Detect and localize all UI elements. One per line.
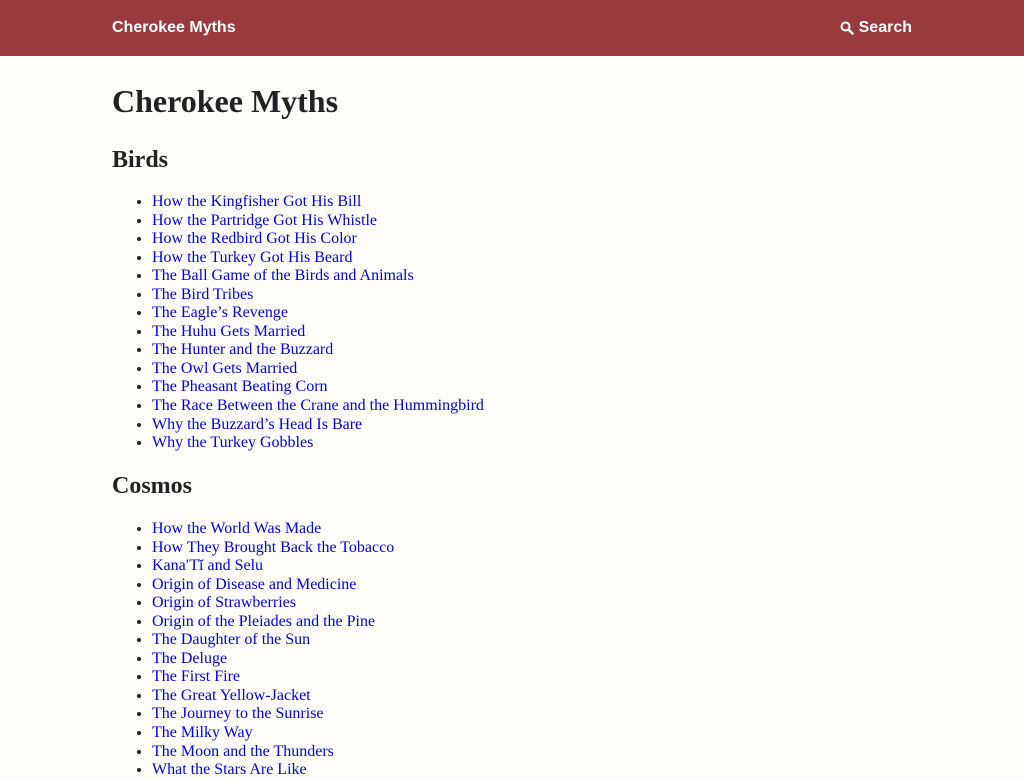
myth-list-item: The Race Between the Crane and the Hummi… (152, 397, 484, 416)
myth-link[interactable]: The Great Yellow-Jacket (152, 687, 311, 704)
myth-list-item: The Daughter of the Sun (152, 631, 394, 650)
myth-link[interactable]: Kana′Tĭ and Selu (152, 557, 263, 574)
myth-link[interactable]: Origin of Disease and Medicine (152, 576, 356, 593)
myth-list-item: How They Brought Back the Tobacco (152, 539, 394, 558)
myth-link[interactable]: The Daughter of the Sun (152, 631, 310, 648)
myth-list-item: The Moon and the Thunders (152, 743, 394, 762)
myth-list-item: The Pheasant Beating Corn (152, 378, 484, 397)
section-title-cosmos: Cosmos (112, 473, 193, 499)
myth-list-item: Why the Buzzard’s Head Is Bare (152, 416, 484, 435)
myth-link[interactable]: How the Partridge Got His Whistle (152, 212, 377, 229)
myth-link[interactable]: The Ball Game of the Birds and Animals (152, 267, 414, 284)
myth-link[interactable]: How the World Was Made (152, 520, 321, 537)
myth-list-item: The Eagle’s Revenge (152, 304, 484, 323)
search-button[interactable]: Search (840, 0, 912, 56)
myth-link[interactable]: Origin of Strawberries (152, 594, 296, 611)
myth-link[interactable]: How the Turkey Got His Beard (152, 249, 352, 266)
myth-list-item: How the World Was Made (152, 520, 394, 539)
page-title: Cherokee Myths (112, 83, 339, 119)
myth-link[interactable]: The Hunter and the Buzzard (152, 341, 333, 358)
search-icon (840, 21, 854, 35)
cosmos-myth-list: How the World Was Made How They Brought B… (112, 520, 394, 780)
myth-list-item: The Huhu Gets Married (152, 323, 484, 342)
myth-link[interactable]: How the Redbird Got His Color (152, 230, 357, 247)
myth-list-item: Origin of Disease and Medicine (152, 576, 394, 595)
myth-link[interactable]: The Huhu Gets Married (152, 323, 305, 340)
myth-list-item: The Owl Gets Married (152, 360, 484, 379)
myth-link[interactable]: The Race Between the Crane and the Hummi… (152, 397, 484, 414)
myth-list-item: Kana′Tĭ and Selu (152, 557, 394, 576)
myth-list-item: The Journey to the Sunrise (152, 705, 394, 724)
search-label: Search (858, 19, 912, 36)
myth-list-item: The Bird Tribes (152, 286, 484, 305)
myth-link[interactable]: The First Fire (152, 668, 240, 685)
myth-link[interactable]: How They Brought Back the Tobacco (152, 539, 394, 556)
birds-myth-list: How the Kingfisher Got His Bill How the P… (112, 193, 484, 453)
myth-list-item: The Deluge (152, 650, 394, 669)
myth-list-item: Origin of Strawberries (152, 594, 394, 613)
myth-list-item: How the Partridge Got His Whistle (152, 212, 484, 231)
myth-link[interactable]: The Moon and the Thunders (152, 743, 334, 760)
myth-link[interactable]: The Eagle’s Revenge (152, 304, 288, 321)
myth-link[interactable]: The Milky Way (152, 724, 253, 741)
myth-link[interactable]: The Journey to the Sunrise (152, 705, 324, 722)
myth-list-item: The Milky Way (152, 724, 394, 743)
myth-list-item: Why the Turkey Gobbles (152, 434, 484, 453)
myth-link[interactable]: Origin of the Pleiades and the Pine (152, 613, 375, 630)
myth-list-item: How the Redbird Got His Color (152, 230, 484, 249)
myth-list-item: What the Stars Are Like (152, 761, 394, 780)
myth-list-item: The Great Yellow-Jacket (152, 687, 394, 706)
myth-list-item: The Ball Game of the Birds and Animals (152, 267, 484, 286)
myth-link[interactable]: What the Stars Are Like (152, 761, 307, 778)
myth-link[interactable]: The Owl Gets Married (152, 360, 297, 377)
top-navbar: Cherokee Myths Search (0, 0, 1024, 56)
myth-list-item: How the Kingfisher Got His Bill (152, 193, 484, 212)
myth-link[interactable]: How the Kingfisher Got His Bill (152, 193, 361, 210)
myth-list-item: How the Turkey Got His Beard (152, 249, 484, 268)
myth-link[interactable]: Why the Buzzard’s Head Is Bare (152, 416, 362, 433)
myth-link[interactable]: The Bird Tribes (152, 286, 253, 303)
myth-list-item: The First Fire (152, 668, 394, 687)
myth-list-item: Origin of the Pleiades and the Pine (152, 613, 394, 632)
myth-link[interactable]: The Pheasant Beating Corn (152, 378, 328, 395)
section-title-birds: Birds (112, 147, 169, 173)
myth-list-item: The Hunter and the Buzzard (152, 341, 484, 360)
site-title-link[interactable]: Cherokee Myths (112, 0, 236, 56)
myth-link[interactable]: The Deluge (152, 650, 227, 667)
myth-link[interactable]: Why the Turkey Gobbles (152, 434, 313, 451)
